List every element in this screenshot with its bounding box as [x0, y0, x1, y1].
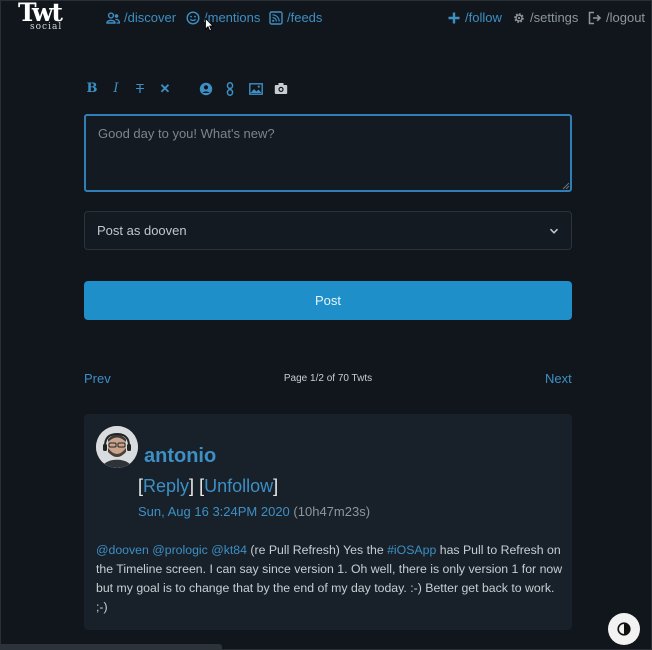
- nav-discover-label: /discover: [124, 10, 177, 25]
- avatar-photo-icon: [96, 426, 138, 468]
- contrast-icon: [617, 622, 631, 636]
- clear-format-button[interactable]: ✕: [157, 80, 173, 98]
- nav-discover[interactable]: /discover: [106, 10, 176, 25]
- mention-link[interactable]: @kt84: [211, 543, 247, 557]
- twt-meta: Sun, Aug 16 3:24PM 2020 (10h47m23s): [138, 504, 370, 519]
- twt-composer-input[interactable]: [84, 114, 572, 192]
- bold-button[interactable]: B: [84, 80, 100, 98]
- page-info: Page 1/2 of 70 Twts: [283, 373, 373, 384]
- unfollow-link[interactable]: Unfollow: [204, 476, 273, 496]
- nav-follow-label: /follow: [465, 10, 502, 25]
- link-icon[interactable]: [226, 82, 234, 96]
- nav-feeds-label: /feeds: [287, 10, 323, 25]
- post-as-selected-value: Post as dooven: [97, 223, 187, 238]
- status-bar: [0, 644, 222, 650]
- top-nav: Twt social /discover /mentions /feeds /f…: [0, 0, 652, 40]
- bracket: ]: [189, 476, 195, 496]
- logo-subtext: social: [30, 22, 63, 32]
- avatar[interactable]: [96, 426, 138, 468]
- hashtag-link[interactable]: #iOSApp: [387, 543, 436, 557]
- gear-icon: [514, 12, 524, 23]
- italic-button[interactable]: I: [108, 80, 124, 98]
- prev-page-link[interactable]: Prev: [84, 371, 111, 386]
- mention-link[interactable]: @dooven: [96, 543, 149, 557]
- post-as-select[interactable]: Post as dooven: [84, 211, 572, 250]
- post-button[interactable]: Post: [84, 281, 572, 320]
- nav-logout[interactable]: /logout: [588, 10, 645, 25]
- nav-mentions[interactable]: /mentions: [186, 10, 260, 25]
- image-icon[interactable]: [249, 83, 263, 95]
- logout-icon: [588, 11, 602, 24]
- chevron-down-icon: [549, 228, 559, 234]
- twt-author[interactable]: antonio: [144, 445, 216, 468]
- logo[interactable]: Twt social: [18, 0, 80, 34]
- bracket: ]: [273, 476, 279, 496]
- mouse-cursor-icon: [205, 18, 214, 32]
- theme-toggle-button[interactable]: [608, 613, 640, 645]
- twt-text: (re Pull Refresh) Yes the: [250, 543, 384, 557]
- mention-user-icon[interactable]: [199, 82, 213, 96]
- smiley-icon: [186, 10, 200, 25]
- twt-actions: [Reply] [Unfollow]: [138, 476, 278, 497]
- nav-settings[interactable]: /settings: [512, 10, 578, 25]
- twt-relative-time: (10h47m23s): [293, 504, 371, 519]
- mention-link[interactable]: @prologic: [152, 543, 208, 557]
- nav-logout-label: /logout: [606, 10, 646, 25]
- camera-icon[interactable]: [274, 82, 288, 95]
- twt-card: antonio [Reply] [Unfollow] Sun, Aug 16 3…: [84, 414, 572, 630]
- nav-settings-label: /settings: [530, 10, 579, 25]
- rss-icon: [269, 10, 283, 25]
- twt-timestamp[interactable]: Sun, Aug 16 3:24PM 2020: [138, 504, 290, 519]
- twt-content: @dooven @prologic @kt84 (re Pull Refresh…: [96, 541, 566, 617]
- next-page-link[interactable]: Next: [545, 371, 572, 386]
- nav-feeds[interactable]: /feeds: [269, 10, 322, 25]
- plus-icon: [448, 12, 460, 23]
- strikethrough-button[interactable]: T: [132, 80, 148, 98]
- users-icon: [106, 11, 120, 24]
- nav-follow[interactable]: /follow: [447, 10, 502, 25]
- resize-handle-icon[interactable]: [562, 182, 570, 190]
- reply-link[interactable]: Reply: [143, 476, 189, 496]
